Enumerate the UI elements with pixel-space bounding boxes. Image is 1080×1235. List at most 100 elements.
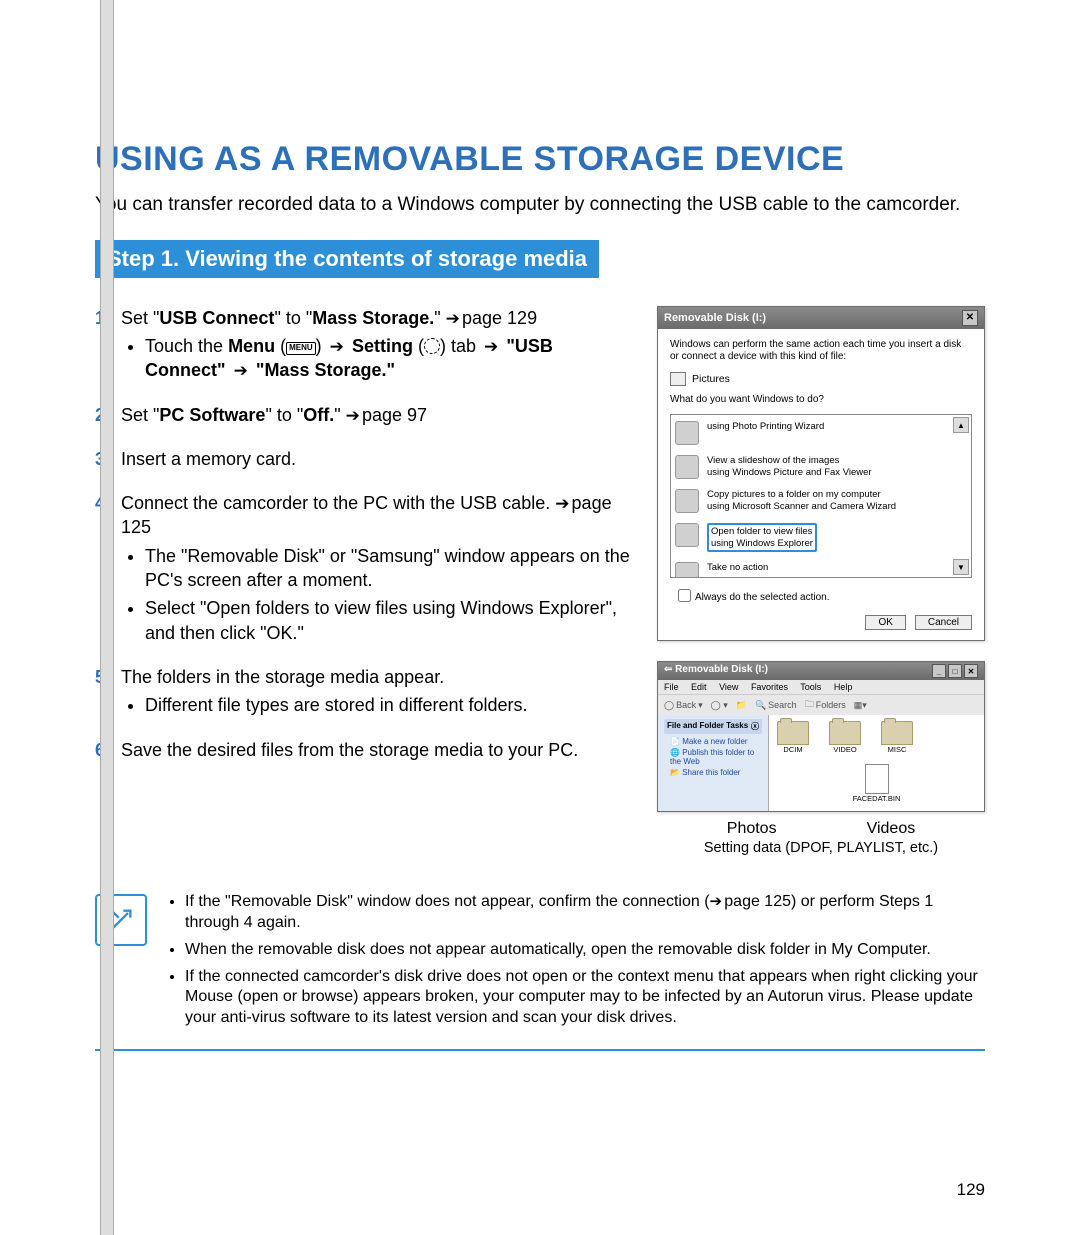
- menu-edit[interactable]: Edit: [691, 682, 707, 692]
- folder-icon: [675, 523, 699, 547]
- file-icon: [865, 764, 889, 794]
- task-item[interactable]: 🌐 Publish this folder to the Web: [670, 748, 762, 766]
- forward-button[interactable]: ◯ ▾: [711, 700, 728, 711]
- folder-video[interactable]: VIDEO: [829, 721, 861, 754]
- text-bold: Off.: [303, 405, 334, 425]
- toolbar: ◯ Back ▾ ◯ ▾ 📁 🔍 Search 🗀 Folders ▦▾: [658, 694, 984, 715]
- step-2: 2. Set "PC Software" to "Off." page 97: [95, 403, 635, 427]
- option-title: View a slideshow of the images: [707, 455, 872, 466]
- sub-list: The "Removable Disk" or "Samsung" window…: [121, 544, 635, 645]
- action-option[interactable]: Copy pictures to a folder on my computer…: [675, 489, 967, 513]
- slideshow-icon: [675, 455, 699, 479]
- text: Touch the: [145, 336, 228, 356]
- text: tab: [446, 336, 481, 356]
- text-bold: PC Software: [159, 405, 265, 425]
- sub-item: Select "Open folders to view files using…: [145, 596, 635, 645]
- option-title: Take no action: [707, 562, 768, 573]
- menu-bar[interactable]: File Edit View Favorites Tools Help: [658, 680, 984, 694]
- option-sub: using Photo Printing Wizard: [707, 421, 824, 432]
- folder-dcim[interactable]: DCIM: [777, 721, 809, 754]
- search-button[interactable]: 🔍 Search: [755, 700, 797, 711]
- caption-setting: Setting data (DPOF, PLAYLIST, etc.): [657, 840, 985, 856]
- menu-tools[interactable]: Tools: [800, 682, 821, 692]
- intro-text: You can transfer recorded data to a Wind…: [95, 193, 985, 218]
- folder-icon: [777, 721, 809, 745]
- folders-button[interactable]: 🗀 Folders: [805, 697, 846, 713]
- task-header[interactable]: File and Folder Tasksⓧ: [664, 719, 762, 734]
- sub-list: Different file types are stored in diffe…: [121, 693, 635, 717]
- arrow-icon: [481, 336, 501, 356]
- instruction-list: 1. Set "USB Connect" to "Mass Storage." …: [95, 306, 635, 762]
- arrow-icon: [327, 336, 347, 356]
- menu-file[interactable]: File: [664, 682, 679, 692]
- dialog-message: Windows can perform the same action each…: [670, 339, 972, 364]
- folder-misc[interactable]: MISC: [881, 721, 913, 754]
- file-facedat[interactable]: FACEDAT.BIN: [777, 760, 976, 803]
- document-page: USING AS A REMOVABLE STORAGE DEVICE You …: [0, 0, 1080, 1235]
- always-checkbox-row[interactable]: Always do the selected action.: [674, 586, 972, 605]
- text-bold: Setting: [352, 336, 413, 356]
- page-ref-icon: [710, 893, 725, 910]
- file-label: FACEDAT.BIN: [853, 794, 901, 803]
- text: The folders in the storage media appear.: [121, 667, 444, 687]
- page-ref-icon: [346, 405, 362, 425]
- text: Connect the camcorder to the PC with the…: [121, 493, 555, 513]
- menu-view[interactable]: View: [719, 682, 738, 692]
- scroll-down-icon[interactable]: ▼: [953, 559, 969, 575]
- scroll-up-icon[interactable]: ▲: [953, 417, 969, 433]
- action-listbox[interactable]: ▲ using Photo Printing Wizard View a sli…: [670, 414, 972, 578]
- sub-item: Touch the Menu (MENU) Setting () tab "US…: [145, 334, 635, 383]
- text-bold: USB Connect: [159, 308, 274, 328]
- file-pane[interactable]: DCIM VIDEO MISC FACEDAT.BIN: [769, 715, 984, 811]
- note-item: If the "Removable Disk" window does not …: [185, 892, 985, 934]
- close-icon[interactable]: ✕: [964, 664, 978, 678]
- task-item[interactable]: 📂 Share this folder: [670, 768, 762, 777]
- page-ref: page 129: [462, 308, 537, 328]
- explorer-title: ⇐ Removable Disk (I:): [664, 664, 768, 678]
- notes-block: If the "Removable Disk" window does not …: [95, 892, 985, 1051]
- dialog-title: Removable Disk (I:): [664, 312, 766, 324]
- close-icon[interactable]: ✕: [962, 310, 978, 326]
- dialog-question: What do you want Windows to do?: [670, 394, 972, 407]
- text: " to ": [265, 405, 303, 425]
- text: Insert a memory card.: [121, 449, 296, 469]
- cancel-button[interactable]: Cancel: [915, 615, 972, 630]
- ok-button[interactable]: OK: [865, 615, 905, 630]
- up-button[interactable]: 📁: [736, 700, 747, 711]
- text: " to ": [274, 308, 312, 328]
- minimize-icon[interactable]: _: [932, 664, 946, 678]
- always-checkbox[interactable]: [678, 589, 691, 602]
- option-sub: using Windows Explorer: [711, 538, 813, 549]
- step-6: 6. Save the desired files from the stora…: [95, 738, 635, 762]
- step-3: 3. Insert a memory card.: [95, 447, 635, 471]
- note-item: If the connected camcorder's disk drive …: [185, 967, 985, 1029]
- action-option[interactable]: using Photo Printing Wizard: [675, 421, 967, 445]
- dialog-body: Windows can perform the same action each…: [658, 329, 984, 641]
- filetype-label: Pictures: [692, 373, 730, 385]
- menu-icon: MENU: [286, 342, 316, 355]
- step-5: 5. The folders in the storage media appe…: [95, 665, 635, 718]
- page-ref-icon: [555, 493, 571, 513]
- views-button[interactable]: ▦▾: [854, 700, 867, 711]
- action-option-selected[interactable]: Open folder to view filesusing Windows E…: [675, 523, 967, 552]
- menu-favorites[interactable]: Favorites: [751, 682, 788, 692]
- arrow-icon: [231, 360, 251, 380]
- task-item[interactable]: 📄 Make a new folder: [670, 737, 762, 746]
- page-number: 129: [957, 1180, 985, 1200]
- explorer-titlebar: ⇐ Removable Disk (I:) _ □ ✕: [658, 662, 984, 680]
- text-bold: Mass Storage.: [312, 308, 434, 328]
- folder-icon: [829, 721, 861, 745]
- menu-help[interactable]: Help: [834, 682, 853, 692]
- picture-icon: [670, 372, 686, 386]
- step-4: 4. Connect the camcorder to the PC with …: [95, 491, 635, 645]
- text: Set ": [121, 405, 159, 425]
- option-sub: using Microsoft Scanner and Camera Wizar…: [707, 501, 896, 512]
- text-bold: Menu: [228, 336, 275, 356]
- back-button[interactable]: ◯ Back ▾: [664, 700, 703, 711]
- maximize-icon[interactable]: □: [948, 664, 962, 678]
- always-label: Always do the selected action.: [695, 592, 830, 603]
- scrollbar[interactable]: [100, 0, 114, 1235]
- screenshots-column: Removable Disk (I:) ✕ Windows can perfor…: [657, 306, 985, 857]
- action-option[interactable]: View a slideshow of the imagesusing Wind…: [675, 455, 967, 479]
- action-option[interactable]: Take no action: [675, 562, 967, 578]
